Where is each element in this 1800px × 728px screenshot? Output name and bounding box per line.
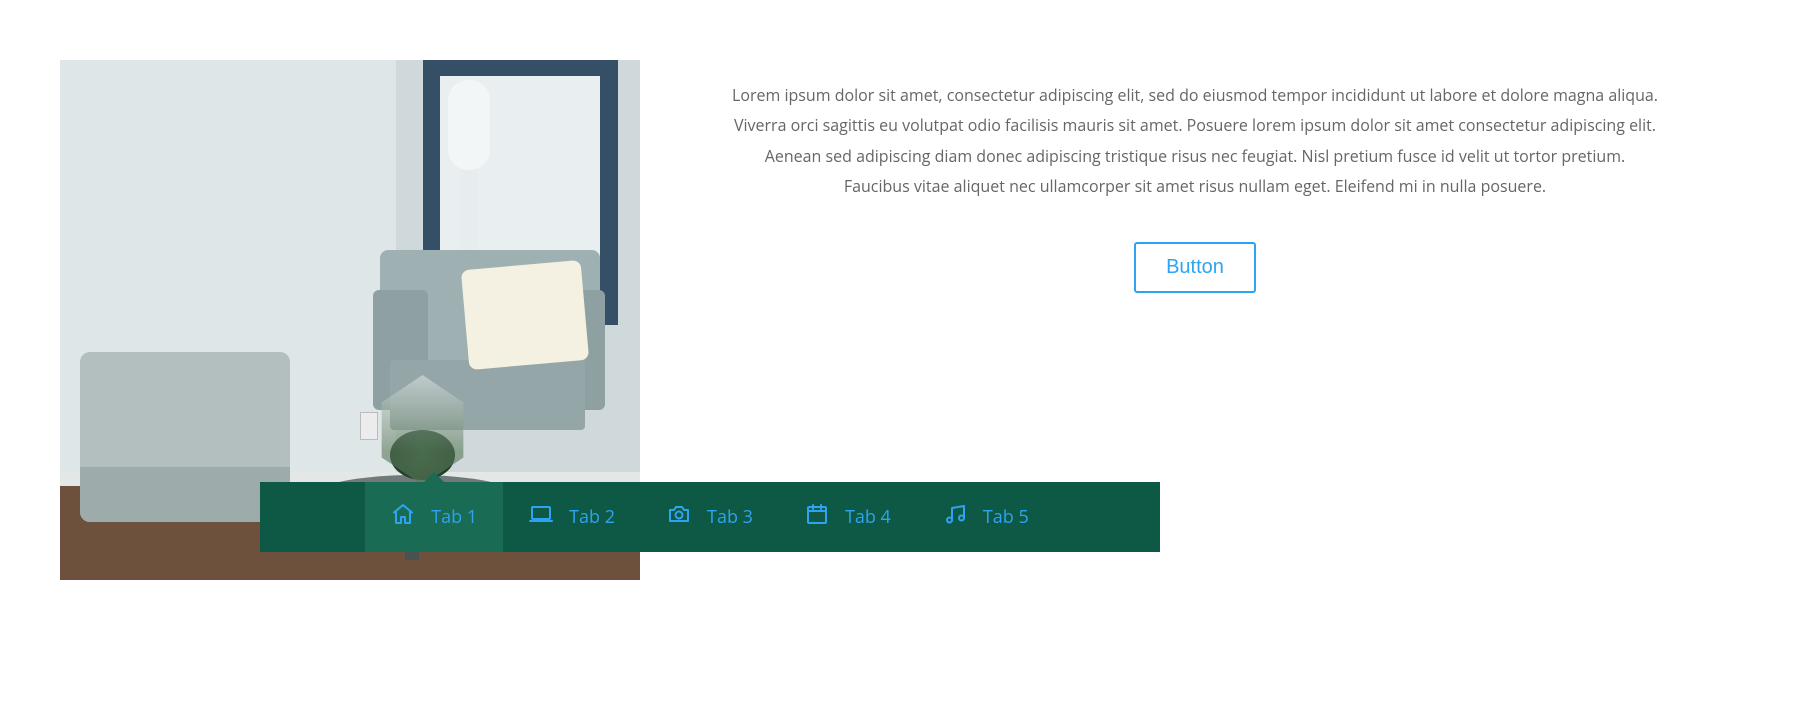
tab-3[interactable]: Tab 3 <box>641 482 779 552</box>
tabs-bar: Tab 1 Tab 2 Tab 3 Tab 4 Tab 5 <box>260 482 1160 552</box>
cta-button[interactable]: Button <box>1134 242 1256 293</box>
calendar-icon <box>805 502 829 532</box>
image-pillow <box>461 260 589 370</box>
tab-label: Tab 1 <box>431 505 477 529</box>
tab-4[interactable]: Tab 4 <box>779 482 917 552</box>
image-lamp-head <box>448 80 490 170</box>
tab-label: Tab 2 <box>569 505 615 529</box>
tab-1[interactable]: Tab 1 <box>365 482 503 552</box>
description-text: Lorem ipsum dolor sit amet, consectetur … <box>730 80 1660 202</box>
tab-5[interactable]: Tab 5 <box>917 482 1055 552</box>
camera-icon <box>667 502 691 532</box>
home-icon <box>391 502 415 532</box>
laptop-icon <box>529 502 553 532</box>
music-icon <box>943 502 967 532</box>
tab-2[interactable]: Tab 2 <box>503 482 641 552</box>
tab-label: Tab 4 <box>845 505 891 529</box>
tab-label: Tab 3 <box>707 505 753 529</box>
image-outlet <box>360 412 378 440</box>
image-ottoman <box>80 352 290 522</box>
tab-label: Tab 5 <box>983 505 1029 529</box>
